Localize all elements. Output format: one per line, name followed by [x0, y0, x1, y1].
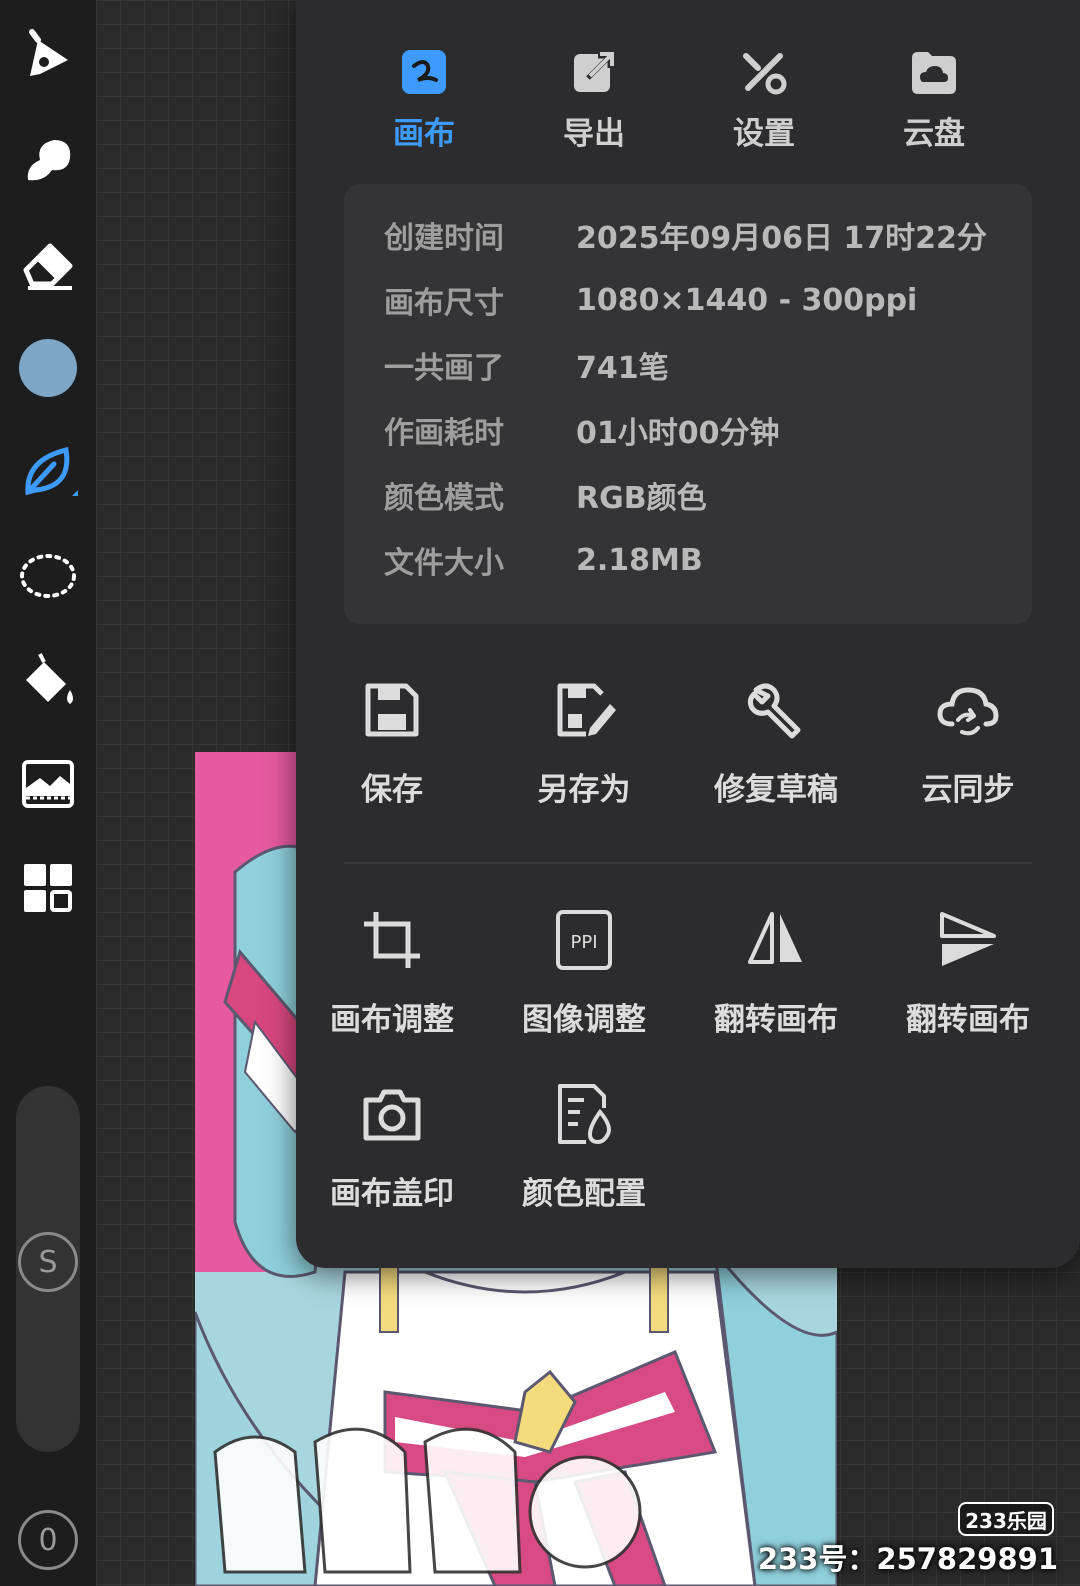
flip-vertical-icon	[940, 912, 996, 966]
canvas-icon	[402, 50, 446, 94]
ppi-text: PPI	[570, 932, 597, 953]
save-as-icon	[557, 683, 616, 737]
info-value: 741笔	[576, 351, 669, 386]
cloud-sync-icon	[937, 687, 999, 736]
export-icon	[574, 52, 614, 92]
tab-settings-label: 设置	[733, 116, 795, 152]
canvas-info-card: 创建时间 2025年09月06日 17时22分 画布尺寸 1080×1440 -…	[344, 184, 1032, 624]
canvas-stamp-button[interactable]: 画布盖印	[296, 1080, 488, 1220]
layers-icon[interactable]	[14, 750, 82, 818]
cloud-sync-button[interactable]: 云同步	[872, 676, 1064, 816]
flip-canvas-vertical-label: 翻转画布	[906, 1002, 1030, 1038]
brush-opacity-label: 0	[38, 1522, 58, 1558]
ppi-icon: PPI	[556, 910, 612, 970]
info-row-duration: 作画耗时 01小时00分钟	[384, 405, 1024, 455]
tab-export-label: 导出	[563, 116, 625, 152]
save-label: 保存	[361, 772, 423, 808]
tab-canvas-label: 画布	[393, 116, 455, 152]
flip-canvas-horizontal-button[interactable]: 翻转画布	[680, 906, 872, 1046]
save-icon	[365, 683, 419, 737]
info-key: 创建时间	[384, 221, 504, 256]
info-row-strokes: 一共画了 741笔	[384, 340, 1024, 390]
info-value: 2025年09月06日 17时22分	[576, 221, 987, 256]
left-toolbar: S 0	[0, 0, 96, 1586]
cloud-sync-label: 云同步	[921, 772, 1015, 808]
tab-cloud-drive[interactable]: 云盘	[864, 46, 1004, 156]
repair-draft-label: 修复草稿	[714, 772, 838, 808]
canvas-menu-panel: 画布 导出 设置 云盘 创建时间 2025年09月06日 17时22分 画布尺寸…	[296, 0, 1080, 1268]
color-config-icon	[558, 1084, 611, 1145]
info-value: RGB颜色	[576, 481, 707, 516]
lasso-select-icon[interactable]	[14, 542, 82, 610]
info-row-color-mode: 颜色模式 RGB颜色	[384, 470, 1024, 520]
info-key: 作画耗时	[384, 416, 504, 451]
smudge-tool-icon[interactable]	[14, 126, 82, 194]
crop-icon	[364, 912, 420, 968]
current-color-swatch	[19, 339, 77, 397]
paint-bucket-icon[interactable]	[14, 646, 82, 714]
info-value: 01小时00分钟	[576, 416, 780, 451]
info-value: 2.18MB	[576, 542, 703, 578]
flip-canvas-vertical-button[interactable]: 翻转画布	[872, 906, 1064, 1046]
watermark-badge-text: 233乐园	[965, 1508, 1047, 1533]
info-row-created: 创建时间 2025年09月06日 17时22分	[384, 210, 1024, 260]
brush-opacity-button[interactable]: 0	[18, 1510, 78, 1570]
tab-cloud-drive-label: 云盘	[903, 116, 965, 152]
flip-horizontal-icon	[748, 912, 802, 964]
info-key: 文件大小	[384, 546, 504, 581]
info-row-file-size: 文件大小 2.18MB	[384, 535, 1024, 585]
color-config-button[interactable]: 颜色配置	[488, 1080, 680, 1220]
save-as-button[interactable]: 另存为	[488, 676, 680, 816]
info-row-size: 画布尺寸 1080×1440 - 300ppi	[384, 275, 1024, 325]
cloud-drive-icon	[912, 52, 956, 94]
image-adjust-button[interactable]: PPI 图像调整	[488, 906, 680, 1046]
canvas-adjust-label: 画布调整	[330, 1002, 454, 1038]
save-button[interactable]: 保存	[296, 676, 488, 816]
tab-canvas[interactable]: 画布	[354, 46, 494, 156]
brush-size-button[interactable]: S	[18, 1232, 78, 1292]
repair-draft-button[interactable]: 修复草稿	[680, 676, 872, 816]
more-tools-grid-icon[interactable]	[14, 854, 82, 922]
canvas-stamp-label: 画布盖印	[330, 1176, 454, 1212]
watermark-badge: 233乐园	[958, 1502, 1054, 1536]
wrench-icon	[747, 683, 801, 739]
tab-export[interactable]: 导出	[524, 46, 664, 156]
section-divider	[344, 862, 1032, 864]
tab-settings[interactable]: 设置	[694, 46, 834, 156]
canvas-adjust-button[interactable]: 画布调整	[296, 906, 488, 1046]
info-key: 一共画了	[384, 351, 504, 386]
image-adjust-label: 图像调整	[522, 1002, 646, 1038]
eraser-tool-icon[interactable]	[14, 230, 82, 298]
color-picker-swatch[interactable]	[14, 334, 82, 402]
camera-icon	[363, 1089, 421, 1141]
pen-tool-icon[interactable]	[14, 22, 82, 90]
info-value: 1080×1440 - 300ppi	[576, 282, 918, 318]
info-key: 画布尺寸	[384, 286, 504, 321]
watermark-id: 233号：257829891	[757, 1542, 1058, 1576]
leaf-brush-tool-icon[interactable]	[14, 438, 82, 506]
flip-canvas-horizontal-label: 翻转画布	[714, 1002, 838, 1038]
save-as-label: 另存为	[537, 772, 631, 808]
settings-icon	[743, 53, 787, 95]
info-key: 颜色模式	[384, 481, 504, 516]
brush-size-label: S	[38, 1244, 58, 1280]
color-config-label: 颜色配置	[522, 1176, 646, 1212]
